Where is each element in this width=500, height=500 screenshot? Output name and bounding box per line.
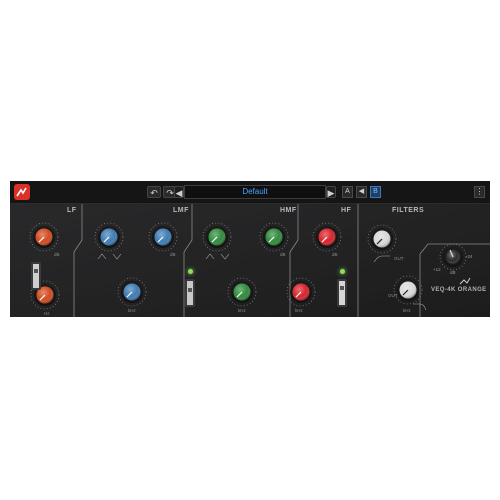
chevron-left-icon: ◀ (175, 188, 183, 198)
hmf-freq-knob[interactable] (231, 281, 253, 303)
output-gain-knob[interactable] (443, 247, 463, 267)
output-scale-right: -24 (466, 254, 473, 259)
bell-curve-icon (112, 253, 122, 260)
lpf-unit: kHz (403, 308, 411, 313)
lmf-toggle-switch[interactable] (185, 279, 195, 307)
lowpass-curve-icon (413, 303, 427, 311)
hmf-q-knob[interactable] (206, 226, 228, 248)
antelope-logo-icon (14, 184, 30, 200)
filter-out-label: OUT (394, 256, 404, 261)
hf-gain-unit: dB (332, 252, 338, 257)
menu-button[interactable]: ⋮ (474, 186, 485, 198)
knob-layer (33, 226, 471, 311)
output-scale-left: +12 (433, 267, 441, 272)
kebab-menu-icon: ⋮ (475, 187, 484, 196)
undo-button[interactable]: ↶ (147, 186, 161, 198)
bell-curve-icon (220, 253, 230, 260)
section-label-filters: FILTERS (392, 207, 425, 214)
copy-settings-button[interactable]: ◀ (356, 186, 367, 198)
section-label-hmf: HMF (280, 207, 297, 214)
hf-shelf-switch[interactable] (337, 279, 347, 307)
bell-curve-icon (205, 253, 215, 260)
lf-freq-unit: Hz (44, 311, 50, 316)
plugin-toolbar: ↶ ↷ ◀ Default ▶ A ◀ B ⋮ (10, 181, 490, 204)
section-label-lmf: LMF (173, 207, 189, 214)
lf-shelf-switch[interactable] (31, 262, 41, 290)
hmf-freq-unit: kHz (238, 308, 246, 313)
lmf-freq-unit: kHz (128, 308, 136, 313)
preset-selector[interactable]: Default (184, 185, 326, 199)
chevron-right-icon: ▶ (327, 188, 335, 198)
lmf-gain-unit: dB (170, 252, 176, 257)
antelope-mark-icon (459, 277, 471, 285)
eq-panel: LF LMF HMF HF FILTERS dB Hz dB kHz dB kH… (10, 204, 490, 317)
next-preset-button[interactable]: ▶ (326, 186, 336, 198)
hf-gain-knob[interactable] (316, 226, 338, 248)
lf-gain-unit: dB (54, 252, 60, 257)
output-unit: dB (450, 270, 456, 275)
lmf-status-led (188, 269, 193, 274)
highpass-curve-icon (373, 255, 390, 263)
section-label-hf: HF (341, 207, 352, 214)
plugin-window: ↶ ↷ ◀ Default ▶ A ◀ B ⋮ LF LMF HMF HF FI… (10, 181, 490, 317)
filter-lpf-knob[interactable] (397, 279, 419, 301)
lmf-gain-knob[interactable] (152, 226, 174, 248)
lpf-out-label: OUT (388, 293, 398, 298)
lf-gain-knob[interactable] (33, 226, 55, 248)
preset-name: Default (242, 187, 268, 196)
lmf-q-knob[interactable] (98, 226, 120, 248)
hf-freq-unit: kHz (295, 308, 303, 313)
lmf-freq-knob[interactable] (121, 281, 143, 303)
switch-glyph-icon (34, 269, 38, 273)
compare-b-button[interactable]: B (370, 186, 381, 198)
hmf-gain-knob[interactable] (263, 226, 285, 248)
hmf-gain-unit: dB (280, 252, 286, 257)
prev-preset-button[interactable]: ◀ (174, 186, 184, 198)
model-name: VEQ-4K ORANGE (431, 287, 487, 293)
filter-hpf-knob[interactable] (371, 228, 393, 250)
undo-icon: ↶ (150, 188, 158, 198)
hf-freq-knob[interactable] (290, 281, 312, 303)
bell-curve-icon (97, 253, 107, 260)
switch-glyph-icon (340, 286, 344, 290)
section-label-lf: LF (67, 207, 77, 214)
hf-status-led (340, 269, 345, 274)
redo-icon: ↷ (166, 188, 174, 198)
compare-a-button[interactable]: A (342, 186, 353, 198)
switch-glyph-icon (188, 288, 192, 292)
